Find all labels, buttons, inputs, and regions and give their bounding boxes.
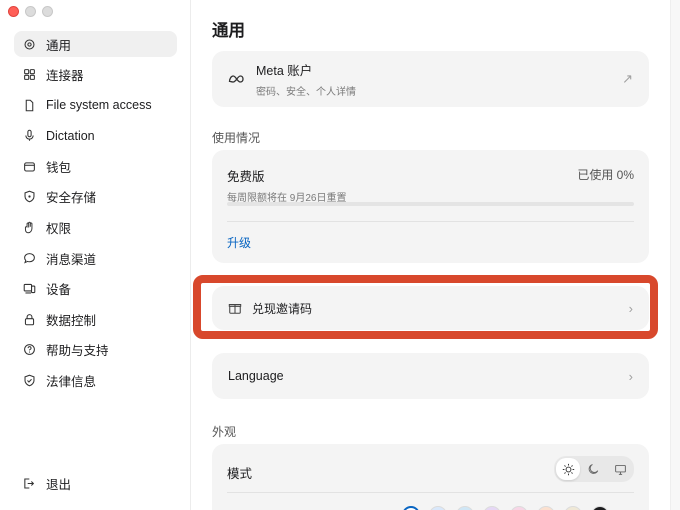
- accent-color-swatch[interactable]: [402, 506, 420, 510]
- sidebar-item-devices[interactable]: 设备: [14, 276, 177, 302]
- accent-color-swatch[interactable]: [564, 506, 582, 510]
- sun-icon: [562, 463, 574, 475]
- appearance-card: 模式: [212, 444, 649, 510]
- account-title: Meta 账户: [256, 64, 313, 78]
- sidebar: 通用 连接器 File system access Dictation 钱包 安…: [0, 0, 191, 510]
- microphone-icon: [22, 129, 36, 143]
- sidebar-item-data-controls[interactable]: 数据控制: [14, 306, 177, 332]
- minimize-window-button[interactable]: [25, 6, 36, 17]
- main-panel: 通用 Meta 账户 密码、安全、个人详情 ↗ 使用情况 免费版 每周限额将在 …: [192, 0, 680, 510]
- light-mode-button[interactable]: [556, 458, 580, 480]
- meta-logo-icon: [228, 75, 244, 83]
- system-mode-button[interactable]: [608, 458, 632, 480]
- highlight-annotation: [193, 275, 658, 339]
- wallet-icon: [22, 159, 36, 173]
- file-icon: [22, 98, 36, 112]
- theme-mode-toggle[interactable]: [554, 456, 634, 482]
- grid-icon: [22, 68, 36, 82]
- mode-label: 模式: [227, 467, 253, 481]
- logout-button[interactable]: 退出: [22, 474, 71, 493]
- meta-account-card[interactable]: Meta 账户 密码、安全、个人详情 ↗: [212, 51, 649, 107]
- usage-section-label: 使用情况: [212, 131, 261, 145]
- language-row[interactable]: Language ›: [212, 353, 649, 399]
- divider: [227, 221, 634, 222]
- app-window: 通用 连接器 File system access Dictation 钱包 安…: [0, 0, 680, 510]
- chat-bubble-icon: [22, 251, 36, 265]
- sidebar-item-dictation[interactable]: Dictation: [14, 123, 177, 149]
- usage-percentage: 已使用 0%: [577, 168, 634, 182]
- sidebar-item-label: 设备: [46, 283, 72, 298]
- appearance-section-label: 外观: [212, 425, 237, 439]
- accent-color-swatch[interactable]: [456, 506, 474, 510]
- sidebar-item-label: 通用: [46, 38, 72, 53]
- accent-color-swatch[interactable]: [591, 506, 609, 510]
- accent-color-swatch[interactable]: [483, 506, 501, 510]
- logout-label: 退出: [46, 478, 72, 492]
- sidebar-item-help-support[interactable]: 帮助与支持: [14, 337, 177, 363]
- accent-color-swatches: [212, 502, 649, 510]
- sidebar-item-permissions[interactable]: 权限: [14, 215, 177, 241]
- zoom-window-button[interactable]: [42, 6, 53, 17]
- window-controls: [8, 6, 53, 17]
- logout-icon: [22, 477, 36, 491]
- usage-card: 免费版 每周限额将在 9月26日重置 已使用 0% 升级: [212, 150, 649, 263]
- accent-color-swatch[interactable]: [429, 506, 447, 510]
- chevron-right-icon: ›: [628, 368, 633, 384]
- sidebar-item-file-system-access[interactable]: File system access: [14, 92, 177, 118]
- sidebar-item-general[interactable]: 通用: [14, 31, 177, 57]
- sidebar-item-legal[interactable]: 法律信息: [14, 368, 177, 394]
- usage-progress-bar: [227, 202, 634, 206]
- sidebar-item-label: 帮助与支持: [46, 344, 109, 359]
- shield-check-icon: [22, 374, 36, 388]
- sidebar-item-label: 钱包: [46, 160, 72, 175]
- moon-icon: [588, 464, 599, 474]
- sidebar-item-label: 法律信息: [46, 375, 97, 390]
- divider: [227, 492, 634, 493]
- dark-mode-button[interactable]: [582, 458, 606, 480]
- sidebar-item-label: 数据控制: [46, 313, 97, 328]
- gear-icon: [22, 37, 36, 51]
- shield-icon: [22, 190, 36, 204]
- help-circle-icon: [22, 343, 36, 357]
- sidebar-item-label: 安全存储: [46, 191, 97, 206]
- sidebar-item-connectors[interactable]: 连接器: [14, 62, 177, 88]
- language-label: Language: [228, 369, 284, 383]
- plan-name: 免费版: [227, 170, 265, 184]
- lock-icon: [22, 312, 36, 326]
- hand-icon: [22, 221, 36, 235]
- upgrade-link[interactable]: 升级: [227, 234, 251, 251]
- page-title: 通用: [212, 22, 245, 40]
- scrollbar[interactable]: [670, 0, 680, 510]
- external-link-icon: ↗: [622, 71, 633, 86]
- sidebar-nav: 通用 连接器 File system access Dictation 钱包 安…: [14, 31, 177, 398]
- devices-icon: [22, 282, 36, 296]
- accent-color-swatch[interactable]: [537, 506, 555, 510]
- close-window-button[interactable]: [8, 6, 19, 17]
- sidebar-item-label: File system access: [46, 98, 152, 113]
- sidebar-item-wallet[interactable]: 钱包: [14, 153, 177, 179]
- sidebar-item-label: 连接器: [46, 69, 84, 84]
- sidebar-item-secure-storage[interactable]: 安全存储: [14, 184, 177, 210]
- sidebar-item-label: 消息渠道: [46, 252, 97, 267]
- sidebar-item-label: 权限: [46, 222, 72, 237]
- sidebar-item-message-channels[interactable]: 消息渠道: [14, 245, 177, 271]
- accent-color-swatch[interactable]: [510, 506, 528, 510]
- monitor-icon: [614, 464, 626, 475]
- account-subtitle: 密码、安全、个人详情: [256, 87, 356, 98]
- sidebar-item-label: Dictation: [46, 128, 95, 143]
